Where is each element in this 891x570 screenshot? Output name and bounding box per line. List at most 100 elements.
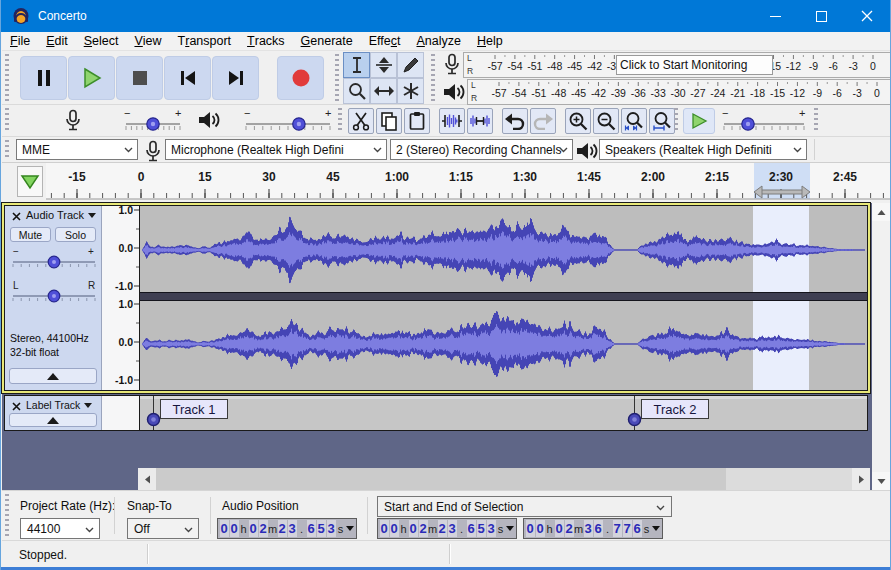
menu-tracks[interactable]: Tracks xyxy=(239,32,293,51)
multi-tool-button[interactable] xyxy=(397,78,424,104)
skip-to-end-button[interactable] xyxy=(212,56,259,100)
selection-toolbar-grip[interactable] xyxy=(5,494,9,537)
menu-transport[interactable]: Transport xyxy=(170,32,240,51)
horizontal-scrollbar[interactable] xyxy=(138,468,870,490)
transport-toolbar-grip[interactable] xyxy=(5,54,9,101)
menu-help[interactable]: Help xyxy=(469,32,511,51)
dropdown-icon xyxy=(88,213,96,218)
title-bar[interactable]: Concerto xyxy=(1,0,890,32)
silence-audio-button[interactable] xyxy=(467,108,493,134)
menu-analyze[interactable]: Analyze xyxy=(408,32,468,51)
timeline-ruler[interactable]: -1501530451:001:151:301:452:002:152:302:… xyxy=(2,163,891,203)
recording-meter[interactable]: -57-54-51-48-45-42-39-36-33-30-27-24-21-… xyxy=(443,51,891,78)
gain-slider[interactable]: −+ xyxy=(10,246,98,272)
play-at-speed-button[interactable] xyxy=(683,108,715,134)
time-format-dropdown[interactable] xyxy=(505,526,515,531)
recording-device-select[interactable]: Microphone (Realtek High Defini xyxy=(165,139,387,160)
recording-volume-slider[interactable]: −+ xyxy=(122,107,184,135)
play-speed-slider[interactable]: −+ xyxy=(720,107,808,135)
selection-tool-button[interactable] xyxy=(343,52,370,78)
zoom-selection-button[interactable] xyxy=(621,108,647,134)
redo-button[interactable] xyxy=(530,108,556,134)
track-title-menu[interactable]: Label Track xyxy=(26,399,92,411)
play-at-speed-grip[interactable] xyxy=(674,108,678,133)
menu-bar: FileEditSelectViewTransportTracksGenerat… xyxy=(2,32,891,51)
mixer-toolbar-grip[interactable] xyxy=(5,108,9,133)
edit-toolbar-grip[interactable] xyxy=(338,108,342,133)
time-format-dropdown[interactable] xyxy=(651,526,661,531)
vertical-scrollbar[interactable] xyxy=(872,203,890,490)
recording-channels-select[interactable]: 2 (Stereo) Recording Channels xyxy=(390,139,573,160)
undo-button[interactable] xyxy=(502,108,528,134)
monitoring-overlay[interactable]: Click to Start Monitoring xyxy=(616,55,773,75)
stop-button[interactable] xyxy=(116,56,163,100)
trim-audio-button[interactable] xyxy=(439,108,465,134)
play-button[interactable] xyxy=(68,56,115,100)
scroll-down-button[interactable] xyxy=(872,472,890,490)
close-track-button[interactable] xyxy=(8,399,24,413)
label-handle-icon[interactable] xyxy=(146,412,161,427)
svg-text:0: 0 xyxy=(138,170,145,184)
project-rate-select[interactable]: 44100 xyxy=(20,518,100,539)
playback-device-select[interactable]: Speakers (Realtek High Definiti xyxy=(599,139,807,160)
collapse-track-button[interactable] xyxy=(9,413,97,427)
snap-to-select[interactable]: Off xyxy=(127,518,199,539)
selection-start-field[interactable]: 00h02m23.653s xyxy=(377,518,517,539)
menu-view[interactable]: View xyxy=(126,32,169,51)
pin-playhead-button[interactable] xyxy=(17,166,43,197)
record-button[interactable] xyxy=(277,56,324,100)
svg-text:+: + xyxy=(88,246,94,257)
zoom-out-button[interactable] xyxy=(593,108,619,134)
label-zone[interactable]: Track 1 Track 2 xyxy=(139,396,867,430)
paste-button[interactable] xyxy=(404,108,430,134)
track-title-menu[interactable]: Audio Track xyxy=(26,209,96,221)
vertical-scale-ruler[interactable]: 1.00.0-1.01.00.0-1.0 xyxy=(102,206,139,390)
pause-button[interactable] xyxy=(20,56,67,100)
envelope-tool-button[interactable] xyxy=(370,52,397,78)
pan-slider[interactable]: LR xyxy=(10,280,98,306)
svg-text:-45: -45 xyxy=(567,60,582,72)
playback-meter[interactable]: -57-54-51-48-45-42-39-36-33-30-27-24-21-… xyxy=(443,78,891,105)
playback-volume-slider[interactable]: −+ xyxy=(242,107,334,135)
svg-text:-18: -18 xyxy=(750,87,765,99)
copy-button[interactable] xyxy=(376,108,402,134)
meter-toolbar-grip[interactable] xyxy=(431,54,435,101)
audio-position-field[interactable]: 00h02m23.653s xyxy=(217,518,357,539)
menu-edit[interactable]: Edit xyxy=(38,32,76,51)
scroll-right-button[interactable] xyxy=(852,468,870,490)
skip-to-start-button[interactable] xyxy=(164,56,211,100)
zoom-fit-button[interactable] xyxy=(649,108,675,134)
svg-text:-51: -51 xyxy=(531,87,546,99)
collapse-track-button[interactable] xyxy=(9,368,97,384)
close-track-button[interactable] xyxy=(8,209,24,223)
label-handle-icon[interactable] xyxy=(627,412,642,427)
scroll-left-button[interactable] xyxy=(138,468,156,490)
minimize-button[interactable] xyxy=(752,0,798,32)
spare-grip[interactable] xyxy=(814,108,818,133)
waveform-display[interactable] xyxy=(139,206,867,390)
menu-select[interactable]: Select xyxy=(76,32,127,51)
menu-effect[interactable]: Effect xyxy=(361,32,409,51)
scroll-up-button[interactable] xyxy=(872,203,890,221)
label-flag[interactable]: Track 1 xyxy=(160,399,228,419)
zoom-in-button[interactable] xyxy=(565,108,591,134)
horizontal-scroll-thumb[interactable] xyxy=(156,468,726,490)
cut-button[interactable] xyxy=(348,108,374,134)
menu-file[interactable]: File xyxy=(2,32,38,51)
audio-host-select[interactable]: MME xyxy=(16,139,138,160)
draw-tool-button[interactable] xyxy=(397,52,424,78)
track-area: Audio Track Mute Solo −+ LR Stereo, 4410… xyxy=(2,203,891,490)
solo-button[interactable]: Solo xyxy=(55,227,96,242)
zoom-tool-button[interactable] xyxy=(343,78,370,104)
tools-toolbar-grip[interactable] xyxy=(335,54,339,101)
device-toolbar-grip[interactable] xyxy=(5,140,9,159)
time-format-dropdown[interactable] xyxy=(345,526,355,531)
selection-end-field[interactable]: 00h02m36.776s xyxy=(523,518,663,539)
menu-generate[interactable]: Generate xyxy=(293,32,361,51)
mute-button[interactable]: Mute xyxy=(10,227,51,242)
selection-mode-select[interactable]: Start and End of Selection xyxy=(377,496,672,517)
close-button[interactable] xyxy=(844,0,890,32)
maximize-button[interactable] xyxy=(798,0,844,32)
label-flag[interactable]: Track 2 xyxy=(641,399,709,419)
time-shift-tool-button[interactable] xyxy=(370,78,397,104)
